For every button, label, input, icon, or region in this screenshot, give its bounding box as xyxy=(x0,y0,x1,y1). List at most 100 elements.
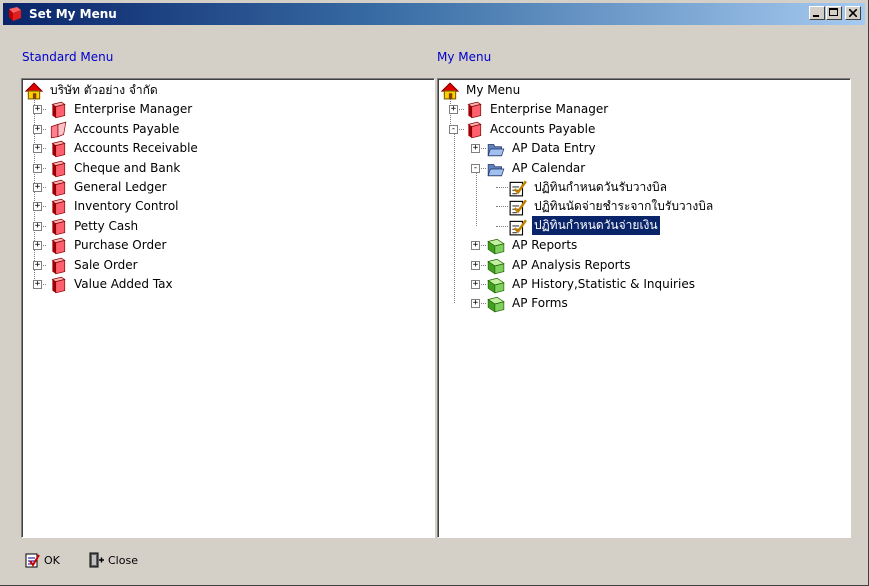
tree-item-value-added-tax[interactable]: Value Added Tax xyxy=(49,275,175,294)
tree-item-calendar-5[interactable]: ปฏิทินนัดจ่ายชำระจากใบรับวางบิล xyxy=(509,197,715,216)
maximize-button[interactable] xyxy=(826,6,842,20)
tree-node-label: AP Reports xyxy=(512,238,578,253)
tree-connector xyxy=(496,187,508,188)
tree-node-label: Accounts Payable xyxy=(490,121,596,136)
tree-node-label: Enterprise Manager xyxy=(490,102,609,117)
tree-node-label: ปฏิทินกำหนดวันจ่ายเงิน xyxy=(531,215,661,237)
standard-menu-tree[interactable]: บริษัท ตัวอย่าง จำกัด + Enterprise Manager… xyxy=(21,78,435,538)
book-icon xyxy=(49,237,67,255)
book-icon xyxy=(49,276,67,294)
form-check-icon xyxy=(509,179,527,197)
tree-connector xyxy=(454,133,455,304)
tree-item-calendar-6[interactable]: ปฏิทินกำหนดวันจ่ายเงิน xyxy=(509,215,661,237)
book-icon xyxy=(49,198,67,216)
app-book-icon xyxy=(9,7,21,21)
tree-item-petty-cash[interactable]: Petty Cash xyxy=(49,217,140,236)
book-icon xyxy=(49,257,67,274)
expand-toggle[interactable]: + xyxy=(471,260,480,270)
tree-item-enterprise-manager[interactable]: Enterprise Manager xyxy=(465,100,610,119)
form-check-icon xyxy=(509,198,527,216)
tree-item-sale-order[interactable]: Sale Order xyxy=(49,256,140,274)
tree-item-accounts-receivable[interactable]: Accounts Receivable xyxy=(49,139,200,158)
report-icon xyxy=(487,276,505,294)
tree-item-ap-data-entry[interactable]: AP Data Entry xyxy=(487,139,598,157)
home-icon xyxy=(24,82,44,100)
tree-node-label: บริษัท ตัวอย่าง จำกัด xyxy=(50,82,158,97)
book-icon xyxy=(49,179,67,197)
expand-toggle[interactable]: + xyxy=(33,260,42,270)
book-icon xyxy=(465,121,483,139)
folder-icon xyxy=(487,160,505,176)
tree-node-label: Value Added Tax xyxy=(74,277,173,291)
collapse-toggle[interactable]: - xyxy=(449,124,458,134)
tree-item-ap-reports[interactable]: AP Reports xyxy=(487,236,579,255)
tree-item-ap-forms[interactable]: AP Forms xyxy=(487,294,570,313)
tree-node-label: AP Forms xyxy=(512,296,568,311)
ok-label: OK xyxy=(44,553,60,567)
open-book-icon xyxy=(49,121,67,139)
expand-toggle[interactable]: + xyxy=(449,105,458,115)
tree-node-label: AP Calendar xyxy=(512,160,586,175)
tree-node-label: Accounts Receivable xyxy=(74,141,198,156)
folder-icon xyxy=(487,140,505,157)
tree-item-cheque-and-bank[interactable]: Cheque and Bank xyxy=(49,159,182,177)
window-title: Set My Menu xyxy=(29,7,117,21)
minimize-button[interactable] xyxy=(809,6,825,20)
tree-item-ap-calendar[interactable]: AP Calendar xyxy=(487,159,587,177)
book-icon xyxy=(49,101,67,119)
collapse-toggle[interactable]: - xyxy=(471,163,480,173)
title-bar[interactable]: Set My Menu xyxy=(3,3,865,25)
expand-toggle[interactable]: + xyxy=(33,202,42,212)
tree-node-label: Accounts Payable xyxy=(74,121,180,136)
exit-door-icon xyxy=(89,552,104,568)
tree-item-ap-history-statistic-inquiries[interactable]: AP History,Statistic & Inquiries xyxy=(487,275,697,294)
report-icon xyxy=(487,257,505,275)
expand-toggle[interactable]: + xyxy=(33,124,42,134)
tree-item-purchase-order[interactable]: Purchase Order xyxy=(49,236,168,255)
tree-node-label: Inventory Control xyxy=(74,199,179,214)
expand-toggle[interactable]: + xyxy=(33,163,42,173)
tree-node-label: Cheque and Bank xyxy=(74,160,181,175)
checklist-icon xyxy=(25,553,40,568)
my-menu-tree[interactable]: My Menu + Enterprise Manager - Accounts Paya… xyxy=(437,78,851,538)
tree-node-label: AP Analysis Reports xyxy=(512,257,631,272)
book-icon xyxy=(49,218,67,236)
expand-toggle[interactable]: + xyxy=(33,241,42,251)
standard-menu-heading: Standard Menu xyxy=(22,50,114,64)
tree-item-enterprise-manager[interactable]: Enterprise Manager xyxy=(49,100,194,119)
expand-toggle[interactable]: + xyxy=(33,144,42,154)
tree-item-accounts-payable[interactable]: Accounts Payable xyxy=(465,120,597,139)
tree-node-label: AP History,Statistic & Inquiries xyxy=(512,277,695,291)
close-button[interactable]: Close xyxy=(88,552,138,568)
expand-toggle[interactable]: + xyxy=(471,144,480,154)
tree-node-label: Sale Order xyxy=(74,257,138,272)
tree-connector xyxy=(476,172,477,226)
tree-item-accounts-payable[interactable]: Accounts Payable xyxy=(49,120,181,139)
tree-item-calendar-4[interactable]: ปฏิทินกำหนดวันรับวางบิล xyxy=(509,178,669,197)
tree-root-company[interactable]: บริษัท ตัวอย่าง จำกัด xyxy=(24,81,160,100)
book-icon xyxy=(49,140,67,158)
expand-toggle[interactable]: + xyxy=(33,105,42,115)
tree-connector xyxy=(496,225,508,227)
tree-node-label: My Menu xyxy=(466,83,521,97)
expand-toggle[interactable]: + xyxy=(33,280,42,289)
tree-item-inventory-control[interactable]: Inventory Control xyxy=(49,197,181,216)
expand-toggle[interactable]: + xyxy=(471,299,480,309)
ok-button[interactable]: OK xyxy=(24,552,60,568)
tree-node-label: Purchase Order xyxy=(74,238,167,253)
tree-item-ap-analysis-reports[interactable]: AP Analysis Reports xyxy=(487,256,633,275)
home-icon xyxy=(440,82,460,100)
expand-toggle[interactable]: + xyxy=(33,183,42,192)
tree-node-label: ปฏิทินนัดจ่ายชำระจากใบรับวางบิล xyxy=(534,198,714,213)
tree-node-label: Petty Cash xyxy=(74,218,139,233)
expand-toggle[interactable]: + xyxy=(471,280,480,289)
expand-toggle[interactable]: + xyxy=(471,241,480,251)
report-icon xyxy=(487,237,505,255)
expand-toggle[interactable]: + xyxy=(33,221,42,231)
tree-node-label: Enterprise Manager xyxy=(74,102,193,117)
tree-root-my-menu[interactable]: My Menu xyxy=(440,81,522,100)
close-window-button[interactable] xyxy=(845,6,861,20)
report-icon xyxy=(487,295,505,313)
tree-item-general-ledger[interactable]: General Ledger xyxy=(49,178,169,197)
tree-node-label: ปฏิทินกำหนดวันรับวางบิล xyxy=(534,179,668,194)
